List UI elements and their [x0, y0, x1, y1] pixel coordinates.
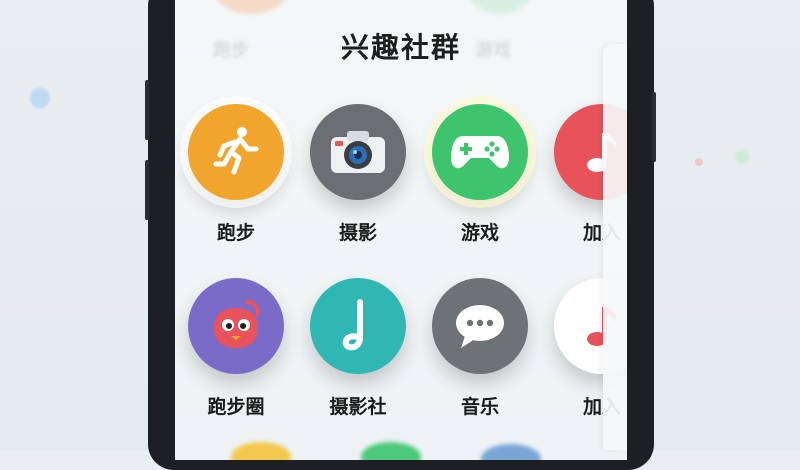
decorative-bubble [30, 88, 50, 108]
power-button [652, 92, 656, 162]
blurred-icon [211, 0, 291, 14]
group-item-games[interactable]: 游戏 [424, 96, 536, 245]
group-label: 音乐 [460, 396, 499, 418]
decorative-bubble [100, 224, 112, 236]
group-label: 摄影社 [329, 396, 387, 418]
group-label: 跑步 [216, 222, 255, 244]
gamepad-icon [432, 104, 528, 200]
mascot-icon [188, 278, 284, 374]
app-screen: 跑步 游戏 兴趣社群 跑步 摄影 游戏 加入 跑步圈 摄影社 音乐 加入 [175, 0, 627, 460]
group-label: 摄影 [338, 222, 377, 244]
group-label: 游戏 [460, 222, 499, 244]
blurred-icon [465, 0, 535, 14]
side-panel-edge [603, 44, 627, 450]
group-item-running-circle[interactable]: 跑步圈 [181, 278, 291, 419]
partial-icon [481, 444, 541, 460]
chat-bubble-icon [432, 278, 528, 374]
group-item-running[interactable]: 跑步 [180, 96, 292, 245]
group-item-music[interactable]: 音乐 [425, 278, 535, 419]
partial-icon [361, 442, 421, 460]
group-item-photography[interactable]: 摄影 [303, 104, 413, 245]
page-title: 兴趣社群 [340, 31, 461, 64]
volume-button [145, 160, 149, 220]
volume-button [145, 80, 149, 140]
running-icon [188, 104, 284, 200]
partial-icon [231, 442, 291, 460]
group-item-photo-club[interactable]: 摄影社 [303, 278, 413, 419]
music-note-icon [310, 278, 406, 374]
decorative-bubble [695, 158, 703, 166]
decorative-bubble [735, 150, 749, 164]
camera-icon [310, 104, 406, 200]
group-label: 跑步圈 [207, 396, 265, 418]
